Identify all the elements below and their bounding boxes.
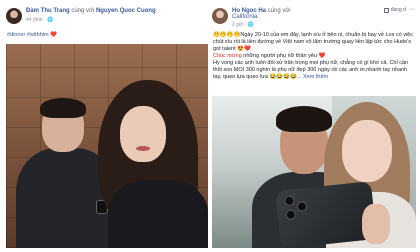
post-left: Đàm Thu Trang cùng với Nguyen Quoc Cuong… (6, 6, 208, 248)
author-name[interactable]: Đàm Thu Trang (26, 8, 70, 14)
post-header: Đàm Thu Trang cùng với Nguyen Quoc Cuong… (6, 6, 208, 32)
caption-line-2-rest: những người phụ nữ thân yêu ❤️ (241, 53, 326, 59)
woman-figure (98, 80, 208, 248)
post-photo[interactable] (6, 44, 208, 248)
post-right: Ho Ngoc Ha cùng với California. 2 giờ · … (212, 6, 416, 248)
post-caption: 🤭🤭🤭🤭Ngày 20-10 của em đây, lạnh xíu ở bê… (212, 32, 416, 81)
hashtags[interactable]: #dinner #withhim (7, 32, 49, 38)
globe-icon: 🌐 (247, 22, 255, 28)
camera-lens-icon (283, 195, 295, 207)
tagged-name[interactable]: Nguyen Quoc Cuong (96, 8, 156, 14)
caption-highlight: Chúc mừng (213, 53, 242, 59)
with-text: cùng với (71, 8, 95, 14)
post-location: California. (232, 14, 259, 20)
post-meta: 44 phút · 🌐 (26, 17, 54, 23)
follow-status[interactable]: đang d (383, 7, 406, 13)
caption-line-1: 🤭🤭🤭🤭Ngày 20-10 của em đây, lạnh xíu ở bê… (213, 32, 413, 52)
post-header: Ho Ngoc Ha cùng với California. 2 giờ · … (212, 6, 416, 32)
with-text: cùng với (267, 8, 291, 14)
post-time[interactable]: 2 giờ (232, 22, 243, 28)
camera-lens-icon (296, 200, 308, 212)
more-options-icon[interactable]: ··· (409, 6, 416, 13)
avatar[interactable] (6, 8, 22, 24)
avatar[interactable] (212, 8, 228, 24)
see-more-link[interactable]: Xem thêm (303, 74, 328, 80)
post-photo[interactable] (212, 96, 416, 248)
globe-icon: 🌐 (47, 17, 54, 23)
camera-lens-icon (285, 209, 297, 221)
post-time[interactable]: 44 phút (26, 17, 43, 23)
post-caption: #dinner #withhim ❤️ (6, 32, 208, 39)
caption-line-3: Hy vọng các anh luôn đối xử trân trọng m… (213, 60, 415, 81)
author-line: Đàm Thu Trang cùng với Nguyen Quoc Cuong (26, 8, 156, 15)
heart-icon: ❤️ (50, 32, 57, 38)
caption-line-2: Chúc mừng những người phụ nữ thân yêu ❤️ (213, 53, 415, 60)
follow-label: đang d (390, 7, 406, 13)
location[interactable]: California. (232, 14, 259, 20)
check-icon (383, 7, 389, 13)
post-meta: 2 giờ · 🌐 (232, 22, 255, 28)
hand (362, 204, 390, 244)
